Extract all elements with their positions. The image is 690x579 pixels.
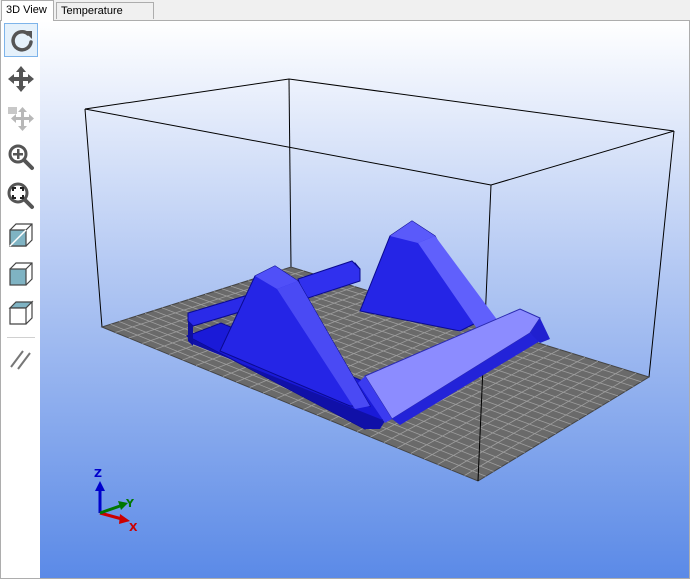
zoom-fit-button[interactable]	[4, 179, 38, 213]
move-button[interactable]	[4, 62, 38, 96]
zoom-button[interactable]	[4, 140, 38, 174]
zoom-fit-icon	[7, 182, 34, 209]
tab-bar: 3D View Temperature Curve	[0, 0, 690, 34]
move-object-icon	[8, 107, 34, 131]
y-axis-label: Y	[125, 497, 135, 510]
move-icon	[8, 66, 34, 92]
rotate-icon	[11, 30, 33, 52]
top-view-button[interactable]	[4, 296, 38, 330]
view-toolbar	[1, 21, 40, 578]
iso-view-icon	[9, 223, 33, 247]
scene-canvas: Z Y X	[84, 78, 675, 534]
slice-icon	[10, 350, 31, 370]
x-axis-label: X	[129, 521, 138, 534]
tab-temperature-curve[interactable]: Temperature Curve	[56, 2, 154, 34]
slice-button[interactable]	[4, 342, 38, 376]
z-axis-label: Z	[94, 467, 102, 480]
axis-indicator: Z Y X	[94, 467, 138, 534]
front-view-button[interactable]	[4, 257, 38, 291]
move-object-button[interactable]	[4, 101, 38, 135]
front-view-icon	[9, 262, 33, 286]
toolbar-separator	[7, 337, 35, 338]
top-view-icon	[8, 300, 34, 325]
tab-3d-view[interactable]: 3D View	[1, 0, 54, 21]
rotate-button[interactable]	[4, 23, 38, 57]
zoom-icon	[8, 144, 34, 170]
3d-viewport[interactable]: Z Y X	[40, 21, 689, 578]
iso-view-button[interactable]	[4, 218, 38, 252]
